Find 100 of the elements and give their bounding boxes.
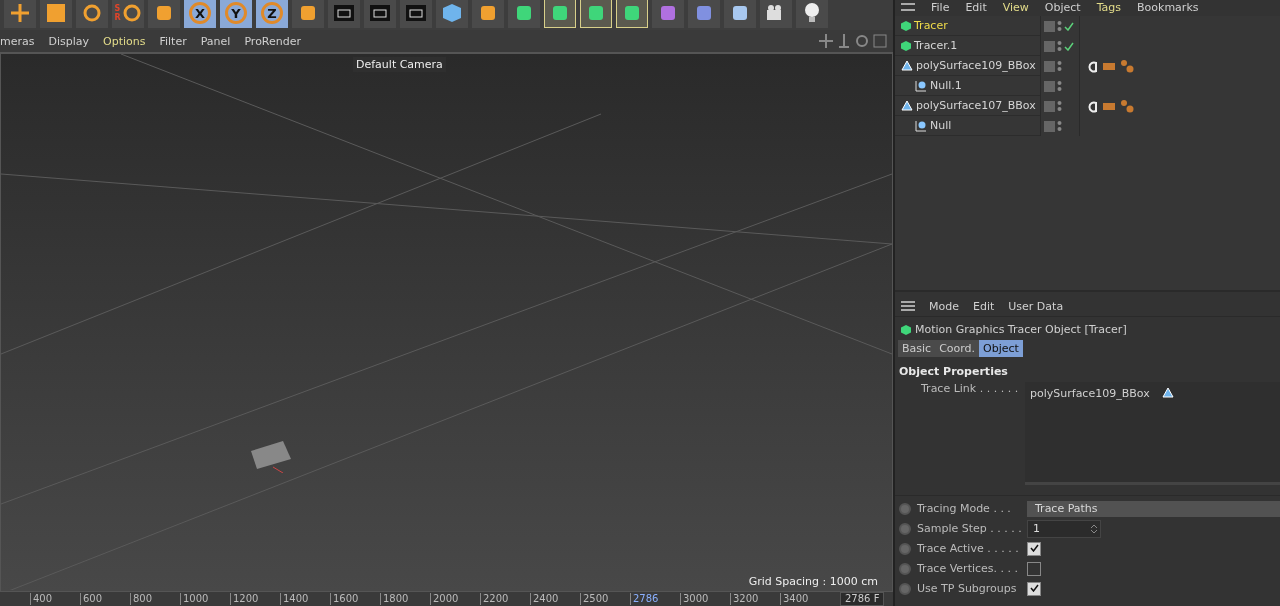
editor-visibility-icon[interactable] xyxy=(1044,40,1055,52)
visibility-dots-icon[interactable] xyxy=(1057,60,1062,72)
menu-item[interactable]: ProRender xyxy=(244,34,302,48)
texture-tag-icon[interactable] xyxy=(1102,101,1116,111)
menu-item[interactable]: Object xyxy=(1044,0,1081,14)
menu-item[interactable]: File xyxy=(931,0,950,14)
visibility-dots-icon[interactable] xyxy=(1057,40,1062,52)
param-label: Sample Step . . . . . xyxy=(917,522,1021,535)
timeline-tick: 3200 xyxy=(730,593,780,605)
toolbar-button[interactable] xyxy=(148,0,180,28)
tab[interactable]: Basic xyxy=(898,340,936,357)
toolbar-button[interactable] xyxy=(760,0,792,28)
triangle-icon xyxy=(901,60,913,71)
toolbar-button[interactable] xyxy=(76,0,108,28)
letter-a-tag-icon[interactable] xyxy=(1086,59,1098,73)
spheres-tag-icon[interactable] xyxy=(1120,99,1134,113)
object-row-name[interactable]: Null.1 xyxy=(895,76,1040,96)
spheres-tag-icon[interactable] xyxy=(1120,59,1134,73)
timeline-tick: 2000 xyxy=(430,593,480,605)
maximize-icon[interactable] xyxy=(873,34,887,48)
timeline-tick: 1600 xyxy=(330,593,380,605)
toolbar-button[interactable] xyxy=(292,0,324,28)
menu-item[interactable]: User Data xyxy=(1008,299,1064,313)
dropdown[interactable]: Trace Paths xyxy=(1027,500,1280,517)
timeline-tick: 2500 xyxy=(580,593,630,605)
editor-visibility-icon[interactable] xyxy=(1044,120,1055,132)
number-field[interactable]: 1 xyxy=(1027,519,1101,538)
cube-icon xyxy=(901,40,911,51)
toolbar-button[interactable] xyxy=(724,0,756,28)
checkbox[interactable] xyxy=(1027,541,1041,556)
toolbar-button[interactable]: Z xyxy=(256,0,288,28)
texture-tag-icon[interactable] xyxy=(1102,61,1116,71)
letter-a-tag-icon[interactable] xyxy=(1086,99,1098,113)
toolbar-button[interactable] xyxy=(544,0,576,28)
checkbox[interactable] xyxy=(1027,561,1041,576)
animation-dot-icon[interactable] xyxy=(899,522,911,535)
tab[interactable]: Coord. xyxy=(935,340,980,357)
editor-visibility-icon[interactable] xyxy=(1044,20,1055,32)
animation-dot-icon[interactable] xyxy=(899,562,911,575)
viewport[interactable]: Default Camera Grid Spacing : 1000 cm xyxy=(0,53,893,592)
editor-visibility-icon[interactable] xyxy=(1044,80,1055,92)
object-row-name[interactable]: Tracer xyxy=(895,16,1040,36)
menu-item[interactable]: Edit xyxy=(965,0,987,14)
timeline-tick: 1200 xyxy=(230,593,280,605)
toolbar-button[interactable] xyxy=(436,0,468,28)
menu-item[interactable]: Filter xyxy=(159,34,187,48)
toolbar-button[interactable] xyxy=(472,0,504,28)
link-field[interactable]: polySurface109_BBox xyxy=(1025,382,1280,485)
rotate-view-icon[interactable] xyxy=(855,34,869,48)
scale-icon xyxy=(47,4,65,22)
object-row-name[interactable]: polySurface109_BBox xyxy=(895,56,1040,76)
visibility-dots-icon[interactable] xyxy=(1057,20,1062,32)
menu-icon[interactable] xyxy=(901,301,915,311)
object-row-name[interactable]: Tracer.1 xyxy=(895,36,1040,56)
timeline-tick: 3000 xyxy=(680,593,730,605)
move-view-icon[interactable] xyxy=(819,34,833,48)
cube-icon xyxy=(442,3,462,23)
menu-icon[interactable] xyxy=(901,3,915,11)
timeline-tick: 2200 xyxy=(480,593,530,605)
toolbar-button[interactable] xyxy=(580,0,612,28)
check-icon[interactable] xyxy=(1064,41,1074,51)
tab[interactable]: Object xyxy=(979,340,1023,357)
menu-item[interactable]: meras xyxy=(0,34,35,48)
toolbar-button[interactable]: X xyxy=(184,0,216,28)
toolbar-button[interactable] xyxy=(508,0,540,28)
timeline-tick: 1800 xyxy=(380,593,430,605)
editor-visibility-icon[interactable] xyxy=(1044,100,1055,112)
toolbar-button[interactable] xyxy=(4,0,36,28)
frame-field[interactable]: 2786 F xyxy=(840,592,885,606)
toolbar-button[interactable]: Y xyxy=(220,0,252,28)
toolbar-button[interactable] xyxy=(364,0,396,28)
param-label: Use TP Subgroups xyxy=(917,582,1018,595)
animation-dot-icon[interactable] xyxy=(899,542,911,555)
toolbar-button[interactable] xyxy=(796,0,828,28)
animation-dot-icon[interactable] xyxy=(899,502,911,515)
menu-item[interactable]: View xyxy=(1002,0,1029,14)
checkbox[interactable] xyxy=(1027,581,1041,596)
visibility-dots-icon[interactable] xyxy=(1057,80,1062,92)
spinner-icon[interactable] xyxy=(1091,523,1097,534)
menu-item[interactable]: Display xyxy=(48,34,90,48)
menu-item[interactable]: Mode xyxy=(929,299,959,313)
menu-item[interactable]: Tags xyxy=(1096,0,1122,14)
toolbar-button[interactable] xyxy=(328,0,360,28)
null-icon xyxy=(915,79,927,92)
toolbar-button[interactable] xyxy=(400,0,432,28)
animation-dot-icon[interactable] xyxy=(899,582,911,595)
toolbar-button[interactable] xyxy=(616,0,648,28)
toolbar-button[interactable] xyxy=(40,0,72,28)
visibility-dots-icon[interactable] xyxy=(1057,120,1062,132)
menu-item[interactable]: Panel xyxy=(200,34,231,48)
menu-item[interactable]: Edit xyxy=(973,299,995,313)
visibility-dots-icon[interactable] xyxy=(1057,100,1062,112)
object-row-name[interactable]: Null xyxy=(895,116,1040,136)
menu-item[interactable]: Bookmarks xyxy=(1137,0,1199,14)
menu-item[interactable]: Options xyxy=(103,34,146,48)
zoom-view-icon[interactable] xyxy=(837,34,851,48)
editor-visibility-icon[interactable] xyxy=(1044,60,1055,72)
object-row-name[interactable]: polySurface107_BBox xyxy=(895,96,1040,116)
check-icon[interactable] xyxy=(1064,21,1074,31)
cube-icon xyxy=(901,20,911,31)
